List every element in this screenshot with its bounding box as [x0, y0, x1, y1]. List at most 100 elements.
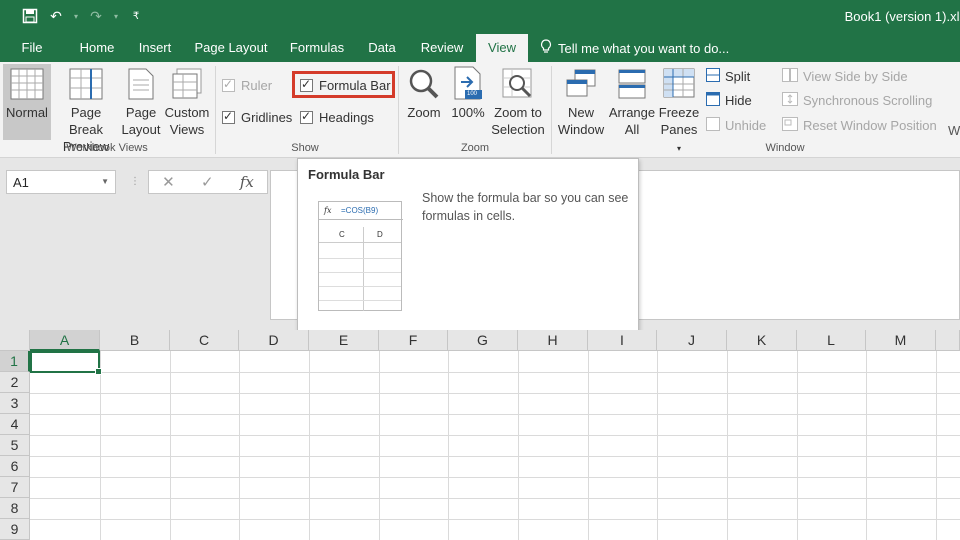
headings-label: Headings	[319, 110, 374, 125]
gridlines-checkbox[interactable]: Gridlines	[222, 109, 292, 125]
name-box-value: A1	[13, 175, 29, 190]
split-button[interactable]: Split	[706, 68, 750, 85]
column-header-f[interactable]: F	[379, 330, 448, 351]
gridline	[30, 477, 960, 478]
column-header-h[interactable]: H	[518, 330, 588, 351]
preview-col-d: D	[377, 230, 383, 239]
active-cell-a1[interactable]	[30, 351, 102, 375]
column-header-m[interactable]: M	[866, 330, 936, 351]
tab-review[interactable]: Review	[412, 34, 472, 62]
hide-button[interactable]: Hide	[706, 92, 752, 109]
zoom-100-button[interactable]: 100 100%	[449, 64, 487, 121]
ribbon-tabs: File Home Insert Page Layout Formulas Da…	[0, 34, 960, 62]
column-header-g[interactable]: G	[448, 330, 518, 351]
select-all-corner[interactable]	[0, 330, 30, 351]
tab-formulas[interactable]: Formulas	[282, 34, 352, 62]
enter-icon[interactable]: ✓	[201, 173, 214, 191]
page-break-icon	[69, 68, 103, 100]
name-box-dropdown-icon[interactable]: ▼	[101, 177, 109, 186]
column-header-j[interactable]: J	[657, 330, 727, 351]
hide-icon	[706, 92, 720, 109]
tab-insert[interactable]: Insert	[130, 34, 180, 62]
row-header-5[interactable]: 5	[0, 435, 30, 456]
gridline	[936, 351, 937, 540]
customize-qat-icon[interactable]: ₹	[126, 6, 146, 26]
row-header-8[interactable]: 8	[0, 498, 30, 519]
synchronous-scrolling-button[interactable]: Synchronous Scrolling	[782, 92, 932, 109]
column-header-a[interactable]: A	[30, 330, 100, 351]
page-break-label-1: Page Break	[69, 105, 103, 137]
reset-position-label: Reset Window Position	[803, 118, 937, 133]
lightbulb-icon	[540, 39, 552, 57]
freeze-panes-button[interactable]: Freeze Panes ▾	[657, 64, 701, 157]
preview-gridline	[319, 300, 401, 301]
normal-view-button[interactable]: Normal	[3, 64, 51, 140]
undo-icon[interactable]: ↶	[46, 6, 66, 26]
preview-gridline	[363, 227, 364, 311]
column-header-b[interactable]: B	[100, 330, 170, 351]
ruler-checkbox[interactable]: Ruler	[222, 77, 272, 93]
page-layout-label-2: Layout	[121, 122, 161, 137]
row-header-9[interactable]: 9	[0, 519, 30, 540]
insert-function-icon[interactable]: fx	[240, 173, 254, 191]
zoom-100-icon-text: 100	[467, 91, 478, 97]
formula-bar-grip-icon[interactable]: ⋮	[130, 176, 140, 187]
row-header-2[interactable]: 2	[0, 372, 30, 393]
arrange-all-button[interactable]: Arrange All	[607, 64, 657, 138]
custom-views-button[interactable]: Custom Views	[163, 64, 211, 138]
new-window-button[interactable]: New Window	[554, 64, 608, 138]
unhide-button[interactable]: Unhide	[706, 117, 766, 134]
row-header-7[interactable]: 7	[0, 477, 30, 498]
gridline	[30, 456, 960, 457]
tell-me-box[interactable]: Tell me what you want to do...	[540, 39, 729, 57]
tab-home[interactable]: Home	[70, 34, 124, 62]
switch-windows-partial[interactable]: W	[948, 123, 960, 138]
page-layout-button[interactable]: Page Layout	[120, 64, 162, 138]
preview-formula-bar: fx =COS(B9)	[319, 202, 403, 220]
column-header-e[interactable]: E	[309, 330, 379, 351]
column-header-d[interactable]: D	[239, 330, 309, 351]
split-icon	[706, 68, 720, 85]
arrange-all-icon	[617, 68, 647, 100]
undo-dropdown-icon[interactable]: ▾	[72, 6, 80, 26]
save-icon[interactable]	[20, 6, 40, 26]
column-header-i[interactable]: I	[588, 330, 657, 351]
redo-icon[interactable]: ↷	[86, 6, 106, 26]
new-window-icon	[565, 68, 597, 100]
side-by-side-label: View Side by Side	[803, 69, 908, 84]
name-box[interactable]: A1 ▼	[6, 170, 116, 194]
ribbon: Normal Page Break Preview Page Layout Cu…	[0, 62, 960, 158]
sync-scroll-label: Synchronous Scrolling	[803, 93, 933, 108]
gridline	[657, 351, 658, 540]
tell-me-text: Tell me what you want to do...	[558, 40, 730, 56]
cancel-icon[interactable]: ✕	[162, 173, 175, 191]
gridline	[518, 351, 519, 540]
arrange-all-label-2: All	[624, 122, 640, 137]
redo-dropdown-icon[interactable]: ▾	[112, 6, 120, 26]
zoom-to-selection-button[interactable]: Zoom to Selection	[489, 64, 547, 138]
column-header-k[interactable]: K	[727, 330, 797, 351]
gridline	[866, 351, 867, 540]
view-side-by-side-button[interactable]: View Side by Side	[782, 68, 908, 85]
headings-checkbox[interactable]: Headings	[300, 109, 374, 125]
column-header-c[interactable]: C	[170, 330, 239, 351]
column-header-n-partial[interactable]	[936, 330, 960, 351]
tooltip-description: Show the formula bar so you can see form…	[422, 191, 629, 223]
gridline	[309, 351, 310, 540]
preview-gridline	[319, 258, 401, 259]
title-bar: ↶ ▾ ↷ ▾ ₹ Book1 (version 1).xls	[0, 0, 960, 34]
tab-data[interactable]: Data	[360, 34, 404, 62]
tab-view[interactable]: View	[476, 34, 528, 62]
window-title: Book1 (version 1).xls	[844, 9, 960, 24]
row-header-6[interactable]: 6	[0, 456, 30, 477]
row-header-1[interactable]: 1	[0, 351, 30, 372]
reset-window-position-button[interactable]: Reset Window Position	[782, 117, 937, 134]
column-header-l[interactable]: L	[797, 330, 866, 351]
tab-page-layout[interactable]: Page Layout	[188, 34, 274, 62]
window-group-label: Window	[765, 142, 805, 154]
zoom-button[interactable]: Zoom	[403, 64, 445, 121]
row-header-4[interactable]: 4	[0, 414, 30, 435]
tooltip-preview-image: fx =COS(B9) C D	[318, 201, 403, 311]
row-header-3[interactable]: 3	[0, 393, 30, 414]
tab-file[interactable]: File	[10, 34, 54, 62]
